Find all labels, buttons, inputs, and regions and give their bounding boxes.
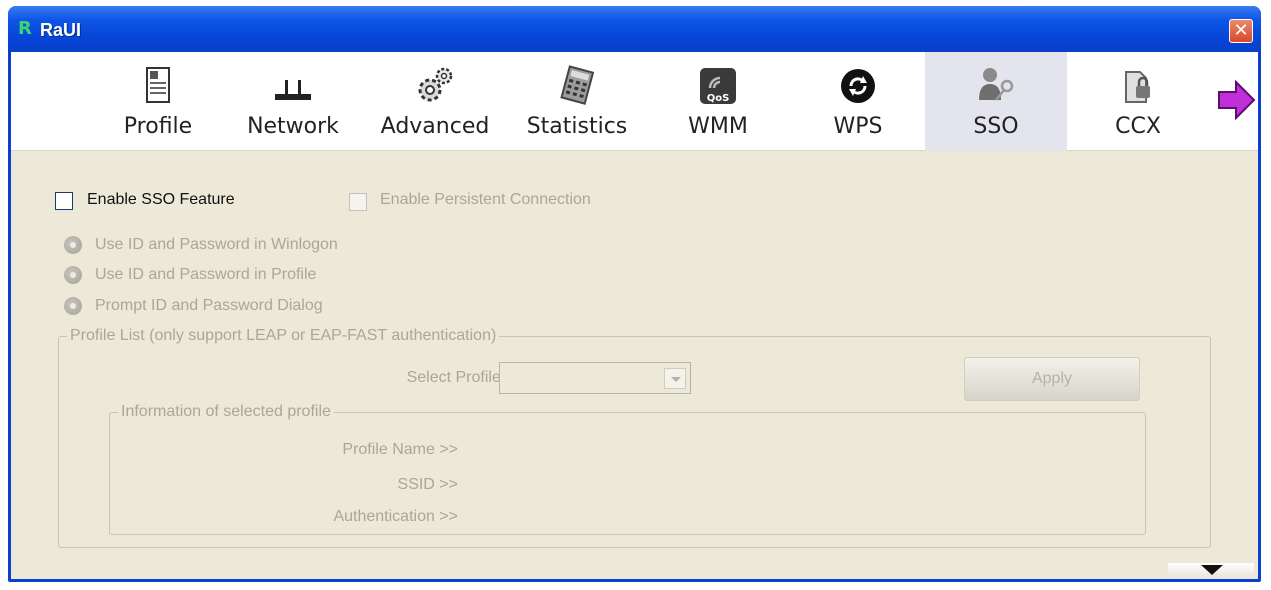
profile-info-group: Information of selected profile Profile … [109,403,1146,535]
chevron-down-icon[interactable] [664,368,686,389]
client-area: Profile Network Advanced Statistics QoS … [11,52,1258,579]
title-bar[interactable]: R RaUI ✕ [8,6,1261,52]
persistent-connection-checkbox[interactable] [349,193,367,211]
tab-wps-label: WPS [833,114,883,139]
wps-icon [841,69,875,103]
profile-name-label: Profile Name >> [342,441,458,458]
ccx-lock-icon [1125,71,1150,103]
tab-sso[interactable]: SSO [925,52,1067,151]
persistent-connection-label: Enable Persistent Connection [380,191,591,208]
tab-advanced[interactable]: Advanced [364,52,506,151]
tab-ccx-label: CCX [1115,114,1161,139]
scroll-down-button[interactable] [1168,563,1254,577]
radio-profile[interactable] [64,266,82,284]
radio-profile-label: Use ID and Password in Profile [95,266,317,283]
toolbar: Profile Network Advanced Statistics QoS … [11,52,1258,151]
profile-list-legend: Profile List (only support LEAP or EAP-F… [67,327,500,345]
tab-wmm-label: WMM [688,114,748,139]
close-button[interactable]: ✕ [1229,19,1253,43]
window-title: RaUI [40,20,82,40]
select-profile-dropdown[interactable] [499,362,691,394]
radio-winlogon[interactable] [64,236,82,254]
next-arrow-icon[interactable] [1216,78,1256,122]
ssid-label: SSID >> [397,476,458,493]
radio-prompt-dialog[interactable] [64,297,82,315]
tab-ccx[interactable]: CCX [1067,52,1209,151]
profile-icon [146,67,170,103]
radio-winlogon-label: Use ID and Password in Winlogon [95,236,338,253]
tab-wps[interactable]: WPS [787,52,929,151]
tab-wmm[interactable]: QoS WMM [647,52,789,151]
sso-panel: Enable SSO Feature Enable Persistent Con… [11,152,1258,579]
tab-network-label: Network [247,114,339,139]
radio-prompt-dialog-label: Prompt ID and Password Dialog [95,297,323,314]
authentication-label: Authentication >> [333,508,458,525]
tab-statistics-label: Statistics [526,114,628,139]
tab-profile-label: Profile [123,114,193,139]
profile-list-group: Profile List (only support LEAP or EAP-F… [58,327,1211,548]
tab-sso-label: SSO [973,114,1019,139]
sso-keys-icon [979,68,1014,101]
tab-profile[interactable]: Profile [87,52,229,151]
tab-network[interactable]: Network [222,52,364,151]
qos-icon: QoS [700,68,736,104]
advanced-gears-icon [418,67,453,102]
app-logo-icon: R [18,18,32,39]
network-icon [275,80,311,100]
apply-button[interactable]: Apply [964,357,1140,401]
enable-sso-checkbox[interactable] [55,192,73,210]
profile-info-legend: Information of selected profile [118,403,334,421]
statistics-icon [560,65,595,105]
tab-advanced-label: Advanced [380,114,490,139]
svg-text:QoS: QoS [707,93,730,104]
app-window: R RaUI ✕ Profile Network Advanced Statis… [8,6,1261,582]
enable-sso-label: Enable SSO Feature [87,191,235,208]
tab-statistics[interactable]: Statistics [506,52,648,151]
